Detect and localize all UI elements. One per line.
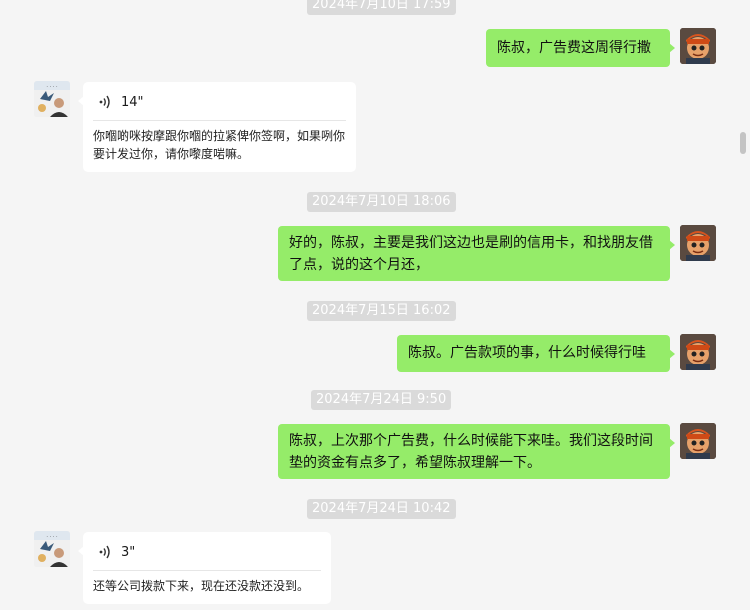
voice-wave-icon xyxy=(99,95,110,109)
incoming-voice-message[interactable]: 14" 你嗰啲咪按摩跟你嗰的拉紧俾你签啊，如果咧你要计发过你，请你嚟度啱嘛。 xyxy=(78,82,356,172)
outgoing-message-bubble[interactable]: 好的，陈叔，主要是我们这边也是刷的信用卡，和找朋友借了点，说的这个月还， xyxy=(278,226,675,281)
cartoon-character-avatar-icon xyxy=(680,334,716,370)
my-avatar[interactable] xyxy=(680,334,716,370)
my-avatar[interactable] xyxy=(680,225,716,261)
message-text: 好的，陈叔，主要是我们这边也是刷的信用卡，和找朋友借了点，说的这个月还， xyxy=(289,235,653,273)
contact-avatar[interactable]: · · · · xyxy=(34,531,70,567)
cartoon-character-avatar-icon xyxy=(680,423,716,459)
outgoing-message-bubble[interactable]: 陈叔。广告款项的事，什么时候得行哇 xyxy=(397,335,675,372)
timestamp: 2024年7月10日 18:06 xyxy=(307,192,456,212)
message-text: 陈叔。广告款项的事，什么时候得行哇 xyxy=(408,345,646,361)
svg-text:· · · ·: · · · · xyxy=(46,84,58,90)
cartoon-character-avatar-icon xyxy=(680,225,716,261)
voice-player[interactable]: 3" xyxy=(93,540,321,564)
voice-wave-icon xyxy=(99,545,110,559)
outgoing-message-bubble[interactable]: 陈叔，上次那个广告费，什么时候能下来哇。我们这段时间垫的资金有点多了，希望陈叔理… xyxy=(278,424,675,479)
cartoon-character-avatar-icon xyxy=(680,28,716,64)
divider xyxy=(93,120,346,121)
message-text: 陈叔，上次那个广告费，什么时候能下来哇。我们这段时间垫的资金有点多了，希望陈叔理… xyxy=(289,433,653,471)
timestamp: 2024年7月10日 17:59 xyxy=(307,0,456,15)
contact-avatar[interactable]: · · · · xyxy=(34,81,70,117)
timestamp: 2024年7月15日 16:02 xyxy=(307,301,456,321)
outgoing-message-bubble[interactable]: 陈叔，广告费这周得行撒 xyxy=(486,29,675,67)
message-text: 陈叔，广告费这周得行撒 xyxy=(497,40,651,56)
contact-photo-avatar-icon: · · · · xyxy=(34,81,70,117)
contact-photo-avatar-icon: · · · · xyxy=(34,531,70,567)
scrollbar-thumb[interactable] xyxy=(740,132,746,154)
voice-transcript: 还等公司拨款下来，现在还没款还没到。 xyxy=(93,579,310,593)
voice-player[interactable]: 14" xyxy=(93,90,346,114)
svg-text:· · · ·: · · · · xyxy=(46,534,58,540)
voice-duration: 3" xyxy=(121,544,136,560)
my-avatar[interactable] xyxy=(680,28,716,64)
divider xyxy=(93,570,321,571)
voice-transcript: 你嗰啲咪按摩跟你嗰的拉紧俾你签啊，如果咧你要计发过你，请你嚟度啱嘛。 xyxy=(93,129,346,161)
timestamp: 2024年7月24日 9:50 xyxy=(311,390,452,410)
incoming-voice-message[interactable]: 3" 还等公司拨款下来，现在还没款还没到。 xyxy=(78,532,331,604)
timestamp: 2024年7月24日 10:42 xyxy=(307,499,456,519)
voice-duration: 14" xyxy=(121,94,144,110)
my-avatar[interactable] xyxy=(680,423,716,459)
